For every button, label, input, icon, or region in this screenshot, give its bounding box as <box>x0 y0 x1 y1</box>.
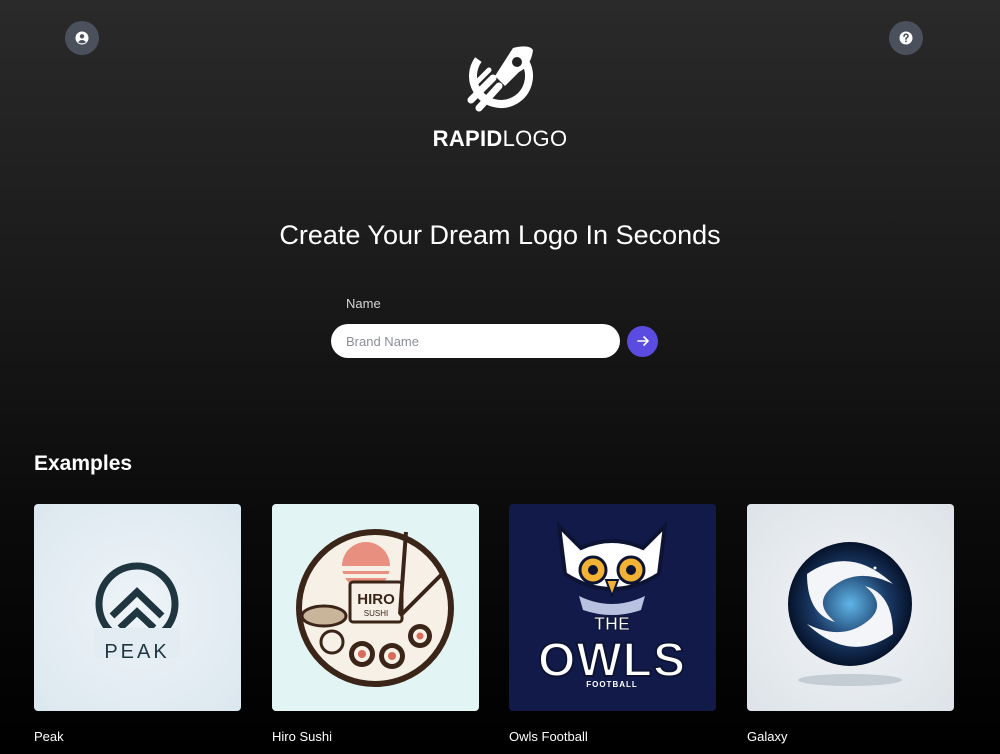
owls-football-logo-image: THE OWLS FOOTBALL <box>509 504 716 711</box>
sushi-logo-text: SUSHI <box>364 609 388 618</box>
football-logo-text: FOOTBALL <box>586 680 638 689</box>
the-logo-text: THE <box>594 614 630 634</box>
brand-name: RAPIDLOGO <box>433 126 568 152</box>
example-card-peak[interactable]: PEAK Peak <box>34 504 241 744</box>
example-label: Owls Football <box>509 729 588 744</box>
hiro-logo-text: HIRO <box>357 591 395 608</box>
example-card-galaxy[interactable]: Galaxy <box>747 504 954 744</box>
brand-name-bold: RAPID <box>432 126 503 151</box>
brand-name-input[interactable] <box>331 324 620 358</box>
name-label: Name <box>346 296 381 311</box>
example-label: Galaxy <box>747 729 788 744</box>
page-headline: Create Your Dream Logo In Seconds <box>279 220 721 250</box>
example-label: Peak <box>34 729 64 744</box>
galaxy-logo-image <box>747 504 954 711</box>
example-card-owls-football[interactable]: THE OWLS FOOTBALL Owls Football <box>509 504 716 744</box>
example-card-hiro-sushi[interactable]: HIRO SUSHI Hiro Sushi <box>272 504 479 744</box>
example-label: Hiro Sushi <box>272 729 332 744</box>
submit-button[interactable] <box>627 325 658 357</box>
arrow-right-icon <box>636 336 649 346</box>
rocket-logo-icon <box>467 44 533 112</box>
brand-header: RAPIDLOGO <box>0 42 1000 152</box>
examples-heading: Examples <box>34 452 133 475</box>
hiro-sushi-logo-image: HIRO SUSHI <box>272 504 479 711</box>
peak-logo-image: PEAK <box>34 504 241 711</box>
brand-name-light: LOGO <box>502 126 568 151</box>
brand-name-form: Name <box>331 296 658 358</box>
peak-logo-text: PEAK <box>104 641 169 663</box>
